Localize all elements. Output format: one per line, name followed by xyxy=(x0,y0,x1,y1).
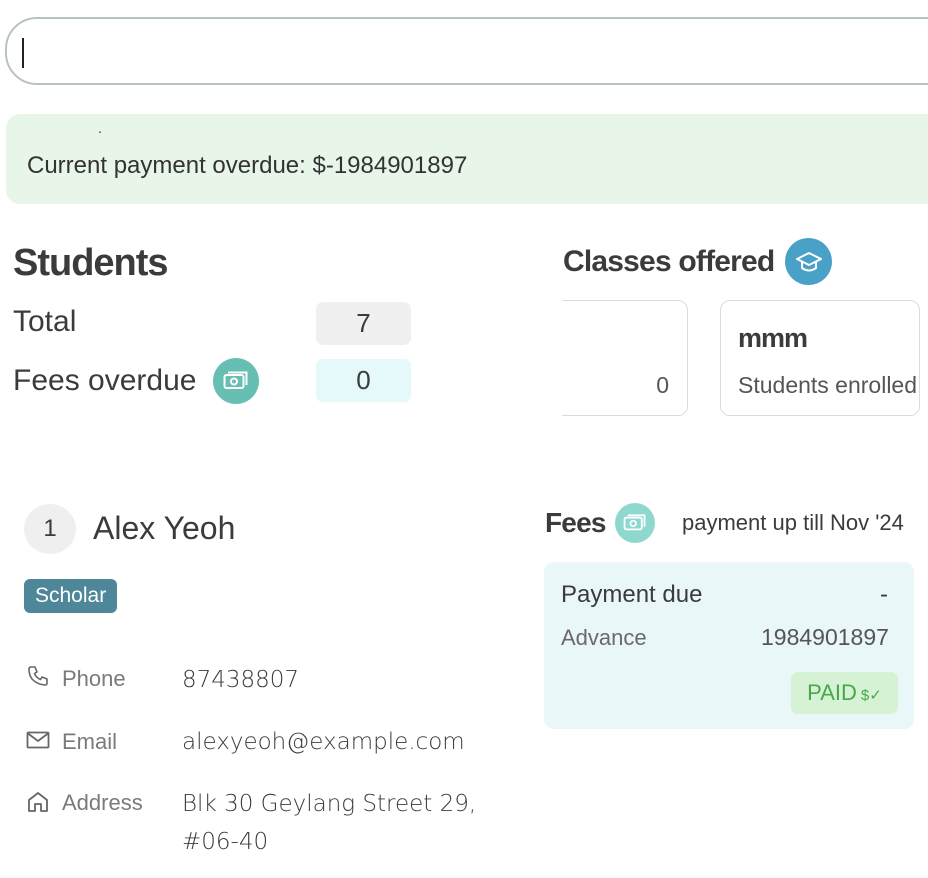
email-value: alexyeoh@example.com xyxy=(182,729,465,755)
fees-title: Fees xyxy=(545,507,606,538)
phone-icon xyxy=(26,664,50,693)
home-icon xyxy=(27,790,49,819)
paid-check-icon: $✓ xyxy=(860,687,882,704)
total-label: Total xyxy=(13,305,77,338)
advance-value: 1984901897 xyxy=(761,624,889,650)
address-label: Address xyxy=(62,790,143,815)
student-index: 1 xyxy=(24,504,76,554)
total-count-badge: 7 xyxy=(316,302,411,345)
phone-label: Phone xyxy=(62,666,126,691)
payment-due-label: Payment due xyxy=(561,581,703,608)
payment-status-label: PAID xyxy=(807,680,857,705)
email-label: Email xyxy=(62,729,118,754)
money-icon xyxy=(615,503,655,543)
payment-due-value: - xyxy=(880,581,888,608)
result-message: Current payment overdue: $-1984901897 xyxy=(27,152,468,179)
fees-period-label: payment up till Nov '24 xyxy=(682,510,904,535)
money-icon xyxy=(213,358,259,404)
class-card[interactable]: 0 xyxy=(562,300,688,416)
students-title: Students xyxy=(13,242,169,284)
result-marker: . xyxy=(98,120,102,136)
class-student-count: 0 xyxy=(656,372,669,398)
graduation-cap-icon xyxy=(785,238,832,285)
text-caret xyxy=(22,38,24,68)
address-line-1: Blk 30 Geylang Street 29, xyxy=(182,791,477,817)
advance-label: Advance xyxy=(561,625,647,650)
student-name: Alex Yeoh xyxy=(93,510,236,546)
student-tag: Scholar xyxy=(24,579,118,613)
classes-scroll-list[interactable]: 0 mmm Students enrolled xyxy=(562,300,928,420)
address-line-2: #06-40 xyxy=(182,829,269,855)
fees-overdue-label: Fees overdue xyxy=(13,364,197,397)
class-card[interactable]: mmm Students enrolled xyxy=(720,300,920,416)
class-students-enrolled-label: Students enrolled xyxy=(738,372,918,398)
payment-status-badge: PAID $✓ xyxy=(791,672,898,714)
class-name: mmm xyxy=(738,323,808,353)
command-box[interactable] xyxy=(5,17,928,85)
email-icon xyxy=(26,729,50,756)
classes-offered-title: Classes offered xyxy=(563,245,775,278)
phone-value: 87438807 xyxy=(182,667,300,693)
fees-overdue-badge: 0 xyxy=(316,359,411,402)
command-input[interactable] xyxy=(25,37,909,69)
